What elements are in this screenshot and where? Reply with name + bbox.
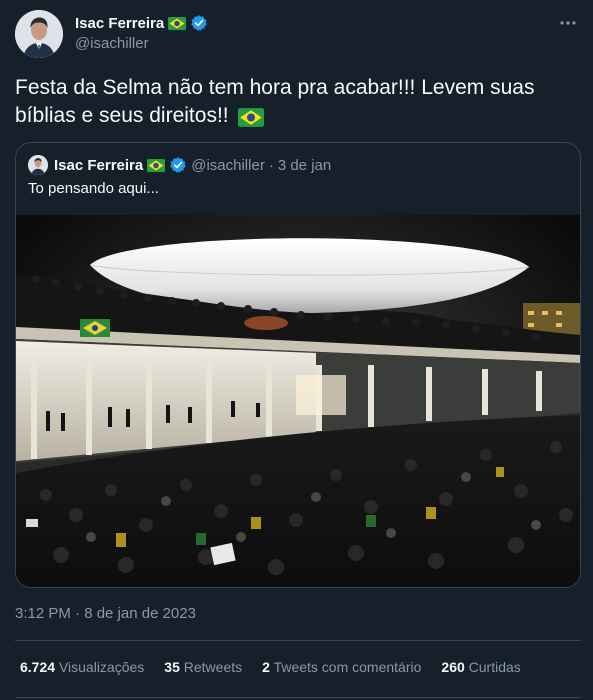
stat-quotes-value: 2 [262, 659, 270, 675]
verified-badge-icon [169, 156, 187, 174]
tweet: Isac Ferreira @isachiller Festa da Selma… [0, 0, 593, 700]
quoted-date: 3 de jan [277, 156, 332, 174]
divider [15, 697, 581, 698]
tweet-timestamp[interactable]: 3:12 PM · 8 de jan de 2023 [15, 605, 196, 622]
stat-retweets[interactable]: 35 Retweets [164, 659, 242, 675]
stat-likes[interactable]: 260 Curtidas [441, 659, 520, 675]
stat-retweets-value: 35 [164, 659, 180, 675]
author-avatar[interactable] [15, 10, 63, 58]
quoted-tweet[interactable]: Isac Ferreira @isachiller · 3 de jan To … [15, 142, 581, 588]
author-handle[interactable]: @isachiller [75, 35, 149, 52]
stat-views-value: 6.724 [20, 659, 56, 675]
brazil-flag-icon [168, 16, 187, 30]
quoted-text: To pensando aqui... [28, 180, 159, 197]
tweet-text-content: Festa da Selma não tem hora pra acabar!!… [15, 76, 535, 127]
stat-quotes-label: Tweets com comentário [273, 659, 422, 675]
quoted-header: Isac Ferreira @isachiller · 3 de jan [28, 155, 331, 175]
stat-likes-label: Curtidas [468, 659, 521, 675]
stat-retweets-label: Retweets [183, 659, 243, 675]
quoted-author-name: Isac Ferreira [54, 156, 144, 174]
verified-badge-icon [190, 14, 208, 32]
stat-likes-value: 260 [441, 659, 465, 675]
tweet-stats: 6.724 Visualizações 35 Retweets 2 Tweets… [20, 659, 521, 675]
divider [15, 640, 581, 641]
quoted-separator: · [268, 156, 274, 174]
tweet-text: Festa da Selma não tem hora pra acabar!!… [15, 74, 585, 130]
stat-quotes[interactable]: 2 Tweets com comentário [262, 659, 421, 675]
author-name[interactable]: Isac Ferreira [75, 15, 164, 32]
more-icon[interactable] [557, 14, 579, 32]
stat-views-label: Visualizações [58, 659, 145, 675]
quoted-photo[interactable] [16, 215, 580, 587]
brazil-flag-icon [238, 107, 265, 127]
stat-views[interactable]: 6.724 Visualizações [20, 659, 144, 675]
quoted-avatar [28, 155, 48, 175]
brazil-flag-icon [147, 158, 166, 172]
author-name-row: Isac Ferreira [75, 14, 208, 32]
quoted-author-handle: @isachiller [191, 156, 265, 174]
